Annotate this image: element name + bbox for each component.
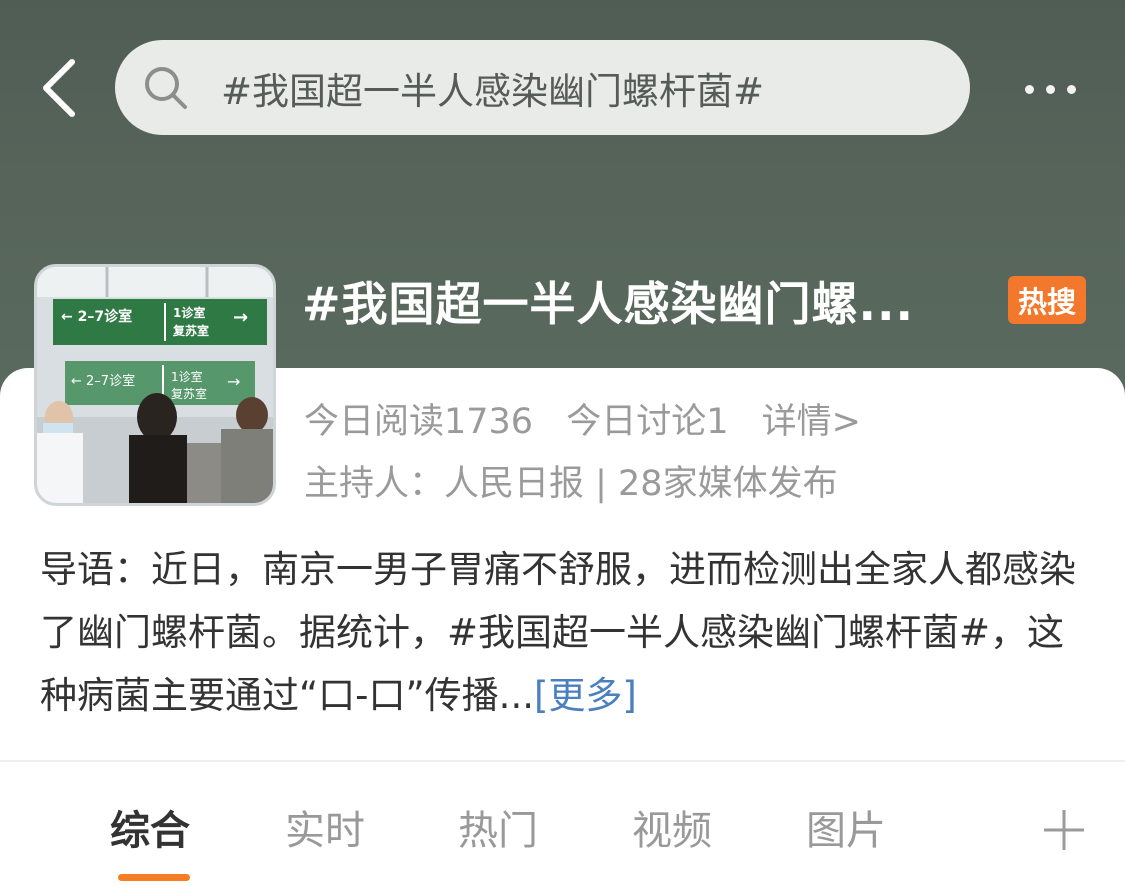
topic-thumbnail[interactable]: ← 2–7诊室 1诊室 复苏室 → ← 2–7诊室 1诊室 复苏室 →: [34, 264, 276, 506]
tab-images[interactable]: 图片: [806, 798, 886, 856]
svg-text:→: →: [227, 372, 240, 391]
topic-title: #我国超一半人感染幽门螺...: [302, 277, 914, 331]
more-link[interactable]: [更多]: [534, 674, 637, 717]
hospital-photo: ← 2–7诊室 1诊室 复苏室 → ← 2–7诊室 1诊室 复苏室 →: [37, 267, 273, 503]
svg-text:1诊室: 1诊室: [173, 305, 205, 320]
svg-text:← 2–7诊室: ← 2–7诊室: [61, 308, 132, 325]
topic-stats: 今日阅读1736 今日讨论1 详情>: [304, 393, 883, 444]
svg-text:1诊室: 1诊室: [171, 369, 203, 384]
search-query-text: #我国超一半人感染幽门螺杆菌#: [221, 69, 765, 113]
svg-text:复苏室: 复苏室: [171, 386, 207, 401]
topic-intro: 导语：近日，南京一男子胃痛不舒服，进而检测出全家人都感染了幽门螺杆菌。据统计，#…: [40, 538, 1090, 727]
more-dots-icon: [1024, 84, 1034, 94]
more-options-button[interactable]: [1010, 72, 1090, 106]
tab-hot[interactable]: 热门: [458, 798, 538, 856]
today-reads: 今日阅读1736: [304, 402, 534, 442]
plus-icon: [1044, 810, 1084, 850]
today-discussions: 今日讨论1: [566, 402, 729, 442]
host-info: 主持人：人民日报 | 28家媒体发布: [304, 464, 838, 504]
hot-search-badge: 热搜: [1008, 276, 1086, 324]
divider: [0, 760, 1125, 762]
tab-video[interactable]: 视频: [632, 798, 712, 856]
details-link[interactable]: 详情>: [762, 402, 861, 442]
search-icon: [143, 64, 191, 112]
active-tab-indicator: [118, 874, 190, 881]
svg-text:← 2–7诊室: ← 2–7诊室: [71, 373, 135, 389]
back-button[interactable]: [28, 52, 88, 124]
add-tab-button[interactable]: [1040, 806, 1088, 854]
search-input[interactable]: #我国超一半人感染幽门螺杆菌#: [115, 40, 970, 135]
svg-text:复苏室: 复苏室: [172, 323, 209, 338]
chevron-left-icon: [43, 59, 75, 117]
tab-realtime[interactable]: 实时: [285, 798, 365, 856]
tab-bar: 综合 实时 热门 视频 图片: [0, 790, 1125, 881]
tab-comprehensive[interactable]: 综合: [110, 798, 190, 856]
svg-text:→: →: [233, 307, 248, 328]
